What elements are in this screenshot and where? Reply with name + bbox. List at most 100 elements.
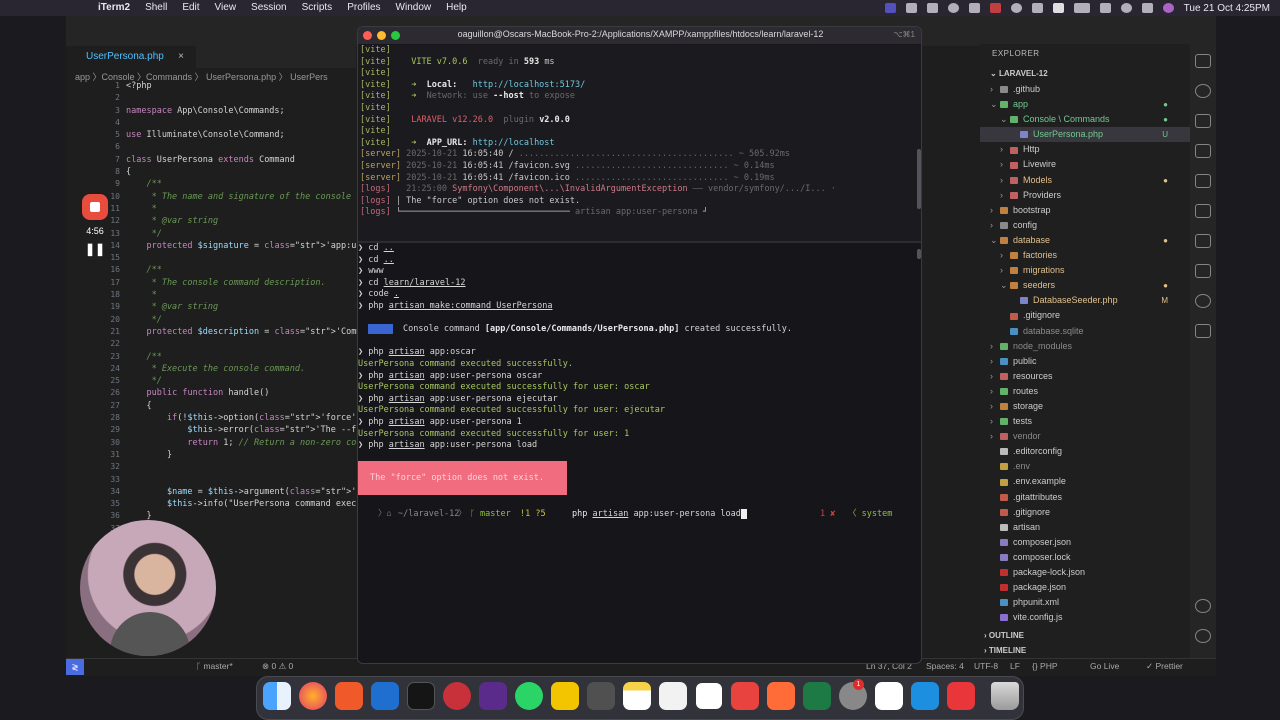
menu-window[interactable]: Window [396, 0, 432, 16]
tree-item[interactable]: package.json [980, 580, 1190, 595]
code-line[interactable]: { [126, 400, 376, 412]
tree-item[interactable]: artisan [980, 520, 1190, 535]
keyboard-a-icon[interactable] [1052, 3, 1064, 13]
spotlight-search-icon[interactable] [1120, 3, 1132, 13]
app-red-icon[interactable] [989, 3, 1001, 13]
tree-item[interactable]: › routes [980, 384, 1190, 399]
tree-item[interactable]: ⌄ database ● [980, 233, 1190, 248]
shell-prompt-line[interactable]: 〉⌂ ~/laravel-12 〉 ᚴ master !1 ?5 php art… [358, 507, 921, 521]
code-line[interactable]: * [126, 203, 376, 215]
whatsapp-app-icon[interactable] [515, 682, 543, 710]
status-language[interactable]: {} PHP [1032, 659, 1058, 674]
docker-app-icon[interactable] [911, 682, 939, 710]
code-line[interactable]: $this->info("UserPersona command execute… [126, 498, 376, 510]
camera-icon[interactable] [905, 3, 917, 13]
tree-item[interactable]: › bootstrap [980, 203, 1190, 218]
code-line[interactable]: use Illuminate\Console\Command; [126, 129, 376, 141]
gear-icon[interactable] [1010, 3, 1022, 13]
tree-item[interactable]: package-lock.json [980, 565, 1190, 580]
tree-item[interactable]: database.sqlite [980, 324, 1190, 339]
code-line[interactable]: return 1; // Return a non-zero code to [126, 437, 376, 449]
laravel-herd-app-icon[interactable] [947, 682, 975, 710]
menu-shell[interactable]: Shell [145, 0, 167, 16]
tree-item[interactable]: › config [980, 218, 1190, 233]
code-line[interactable]: /** [126, 351, 376, 363]
source-control-icon[interactable] [1195, 114, 1211, 128]
slack-app-icon[interactable] [875, 682, 903, 710]
tab-userpersona[interactable]: UserPersona.php × [66, 46, 196, 68]
menu-help[interactable]: Help [446, 0, 467, 16]
tree-item[interactable]: › tests [980, 414, 1190, 429]
dbngin-app-icon[interactable] [443, 682, 471, 710]
code-line[interactable] [126, 474, 376, 486]
code-line[interactable]: public function handle() [126, 387, 376, 399]
mute-icon[interactable] [968, 3, 980, 13]
code-line[interactable]: * Execute the console command. [126, 363, 376, 375]
testing-icon[interactable] [1195, 234, 1211, 248]
code-line[interactable]: { [126, 166, 376, 178]
tableplus-app-icon[interactable] [479, 682, 507, 710]
vscode-app-icon[interactable] [371, 682, 399, 710]
tree-item[interactable]: › public [980, 354, 1190, 369]
tree-item[interactable]: .editorconfig [980, 444, 1190, 459]
timeline-section[interactable]: › TIMELINE [984, 646, 1026, 655]
tab-close-icon[interactable]: × [178, 46, 184, 68]
terminal-pane-bottom[interactable]: ❯ cd .. ❯ cd .. ❯ www ❯ cd learn/laravel-1… [358, 243, 921, 663]
menu-app-name[interactable]: iTerm2 [98, 0, 130, 16]
code-line[interactable]: * @var string [126, 301, 376, 313]
app-url-link[interactable]: http://localhost [473, 138, 555, 148]
menu-view[interactable]: View [215, 0, 237, 16]
outline-section[interactable]: › OUTLINE [984, 631, 1024, 640]
code-line[interactable]: /** [126, 178, 376, 190]
tree-item[interactable]: › vendor [980, 429, 1190, 444]
tree-item[interactable]: ⌄ app ● [980, 97, 1190, 112]
terminal-pane-top[interactable]: [vite] [vite] VITE v7.0.6 ready in 593 m… [358, 45, 921, 241]
code-line[interactable]: } [126, 449, 376, 461]
database-icon[interactable] [1195, 324, 1211, 338]
docker-icon[interactable] [1195, 264, 1211, 278]
calculator-app-icon[interactable] [587, 682, 615, 710]
code-line[interactable] [126, 338, 376, 350]
search-icon[interactable] [1195, 84, 1211, 98]
play-icon[interactable] [947, 3, 959, 13]
tree-item[interactable]: › Models ● [980, 173, 1190, 188]
code-line[interactable]: protected $signature = class="str">'app:… [126, 240, 376, 252]
remote-explorer-icon[interactable] [1195, 204, 1211, 218]
code-line[interactable]: * The name and signature of the console … [126, 191, 376, 203]
tree-item[interactable]: › .github [980, 82, 1190, 97]
code-line[interactable]: * The console command description. [126, 277, 376, 289]
status-encoding[interactable]: UTF-8 [974, 659, 998, 674]
code-line[interactable]: * [126, 289, 376, 301]
postman-app-icon[interactable] [767, 682, 795, 710]
run-debug-icon[interactable] [1195, 144, 1211, 158]
menu-session[interactable]: Session [251, 0, 287, 16]
menu-scripts[interactable]: Scripts [302, 0, 333, 16]
code-line[interactable]: $name = $this->argument(class="str">'nam… [126, 486, 376, 498]
wifi-icon[interactable] [1099, 3, 1111, 13]
stop-recording-button[interactable] [82, 194, 108, 220]
status-eol[interactable]: LF [1010, 659, 1020, 674]
code-line[interactable]: protected $description = class="str">'Co… [126, 326, 376, 338]
tree-item[interactable]: .gitattributes [980, 490, 1190, 505]
tree-item[interactable]: › migrations [980, 263, 1190, 278]
code-editor[interactable]: <?php namespace App\Console\Commands; us… [126, 80, 376, 535]
tree-item[interactable]: ⌄ seeders ● [980, 278, 1190, 293]
status-go-live[interactable]: Go Live [1090, 659, 1119, 674]
code-line[interactable]: $this->error(class="str">'The --force op… [126, 424, 376, 436]
notes-app-icon[interactable] [623, 682, 651, 710]
tree-item[interactable]: .gitignore [980, 505, 1190, 520]
explorer-icon[interactable] [1195, 54, 1211, 68]
tree-item[interactable]: › resources [980, 369, 1190, 384]
code-line[interactable] [126, 252, 376, 264]
sequel-app-icon[interactable] [551, 682, 579, 710]
explorer-root-folder[interactable]: ⌄ LARAVEL-12 [990, 69, 1048, 78]
display-icon[interactable] [1031, 3, 1043, 13]
tree-item[interactable]: › Http [980, 142, 1190, 157]
iterm-app-icon[interactable] [407, 682, 435, 710]
code-line[interactable]: * @var string [126, 215, 376, 227]
clipboard-icon[interactable] [926, 3, 938, 13]
tree-item[interactable]: composer.json [980, 535, 1190, 550]
tree-item[interactable]: .env.example [980, 474, 1190, 489]
finder-app-icon[interactable] [263, 682, 291, 710]
excel-app-icon[interactable] [803, 682, 831, 710]
